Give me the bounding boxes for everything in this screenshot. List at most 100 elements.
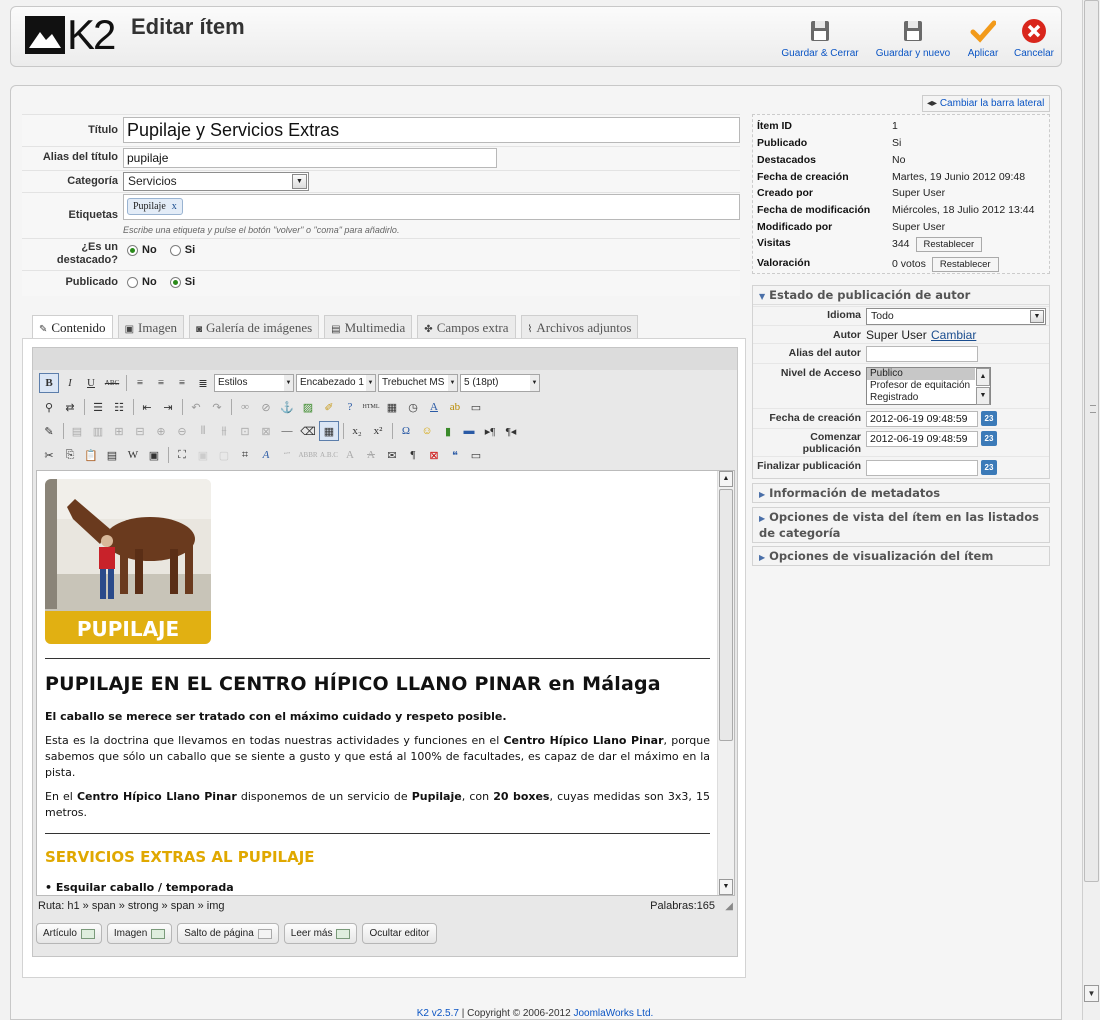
- k2-version-link[interactable]: K2 v2.5.7: [417, 1008, 459, 1019]
- editor-scrollbar-thumb[interactable]: [719, 489, 733, 741]
- calendar-icon[interactable]: 23: [981, 431, 997, 446]
- replace-icon[interactable]: ⇄: [60, 397, 80, 417]
- save-close-button[interactable]: Guardar & Cerrar: [780, 18, 860, 59]
- category-view-panel[interactable]: ▶ Opciones de vista del ítem en las lista…: [752, 507, 1050, 543]
- cite-icon[interactable]: “”: [277, 445, 297, 465]
- indent-icon[interactable]: ⇥: [158, 397, 178, 417]
- paste-word-icon[interactable]: W: [123, 445, 143, 465]
- readmore-button[interactable]: Leer más: [283, 923, 358, 944]
- strikethrough-icon[interactable]: ABC: [102, 373, 122, 393]
- move-layer-icon[interactable]: ▥: [88, 421, 108, 441]
- underline-icon[interactable]: U: [81, 373, 101, 393]
- select-all-icon[interactable]: ▣: [144, 445, 164, 465]
- chevron-down-icon[interactable]: ▼: [292, 174, 307, 189]
- tab-galeria[interactable]: ◙ Galería de imágenes: [189, 315, 320, 338]
- scroll-down-arrow-icon[interactable]: ▼: [976, 387, 990, 405]
- subscript-icon[interactable]: x₂: [347, 421, 367, 441]
- fullscreen-icon[interactable]: ⛶: [172, 445, 192, 465]
- access-option[interactable]: Registrado: [867, 392, 990, 404]
- insert-date-icon[interactable]: ▦: [382, 397, 402, 417]
- publish-up-input[interactable]: [866, 431, 978, 447]
- apply-button[interactable]: Aplicar: [964, 18, 1002, 59]
- reset-rating-button[interactable]: Restablecer: [931, 257, 999, 272]
- align-left-icon[interactable]: ≡: [130, 373, 150, 393]
- redo-icon[interactable]: ↷: [207, 397, 227, 417]
- format-select[interactable]: Encabezado 1 ▼: [296, 374, 376, 392]
- access-option[interactable]: Publico: [867, 368, 975, 380]
- title-input[interactable]: [123, 117, 740, 143]
- unlink-icon[interactable]: ⊘: [256, 397, 276, 417]
- delete-row-icon[interactable]: ⊖: [172, 421, 192, 441]
- language-select[interactable]: Todo ▼: [866, 308, 1046, 325]
- ins-icon[interactable]: A: [361, 445, 381, 465]
- calendar-icon[interactable]: 23: [981, 411, 997, 426]
- align-center-icon[interactable]: ≡: [151, 373, 171, 393]
- published-yes-radio[interactable]: [169, 276, 181, 288]
- joomlaworks-link[interactable]: JoomlaWorks Ltd.: [573, 1008, 653, 1019]
- category-view-header[interactable]: ▶ Opciones de vista del ítem en las lista…: [753, 508, 1049, 543]
- bullet-list-icon[interactable]: ☰: [88, 397, 108, 417]
- pagebreak-button[interactable]: Salto de página: [177, 923, 279, 944]
- toggle-editor-button[interactable]: Ocultar editor: [362, 923, 437, 944]
- emoticon-icon[interactable]: ☺: [417, 421, 437, 441]
- access-list[interactable]: Publico Profesor de equitación Registrad…: [866, 367, 991, 405]
- nonbreaking-icon[interactable]: ⊠: [424, 445, 444, 465]
- window-scrollbar-thumb[interactable]: [1084, 0, 1099, 882]
- tag-remove-icon[interactable]: x: [172, 201, 177, 212]
- cleanup-icon[interactable]: ✐: [319, 397, 339, 417]
- del-icon[interactable]: A: [340, 445, 360, 465]
- bold-icon[interactable]: B: [39, 373, 59, 393]
- publishing-header[interactable]: ▼ Estado de publicación de autor: [753, 286, 1049, 305]
- category-select[interactable]: Servicios ▼: [123, 172, 309, 191]
- cell-props-icon[interactable]: ⊟: [130, 421, 150, 441]
- change-author-link[interactable]: Cambiar: [931, 328, 976, 342]
- preview-icon[interactable]: ▭: [466, 397, 486, 417]
- publish-down-input[interactable]: [866, 460, 978, 476]
- insert-row-icon[interactable]: ⊕: [151, 421, 171, 441]
- font-color-icon[interactable]: A: [424, 397, 444, 417]
- row-props-icon[interactable]: ⊞: [109, 421, 129, 441]
- find-icon[interactable]: ⚲: [39, 397, 59, 417]
- cancel-button[interactable]: Cancelar: [1012, 18, 1056, 59]
- abbr-icon[interactable]: ABBR: [298, 445, 318, 465]
- merge-cells-icon[interactable]: ⊡: [235, 421, 255, 441]
- created-date-input[interactable]: [866, 411, 978, 427]
- scroll-down-arrow-icon[interactable]: ▼: [719, 879, 733, 895]
- author-alias-input[interactable]: [866, 346, 978, 362]
- attribs-icon[interactable]: ✉: [382, 445, 402, 465]
- delete-col-icon[interactable]: ⫵: [214, 421, 234, 441]
- outdent-icon[interactable]: ⇤: [137, 397, 157, 417]
- save-new-button[interactable]: Guardar y nuevo: [873, 18, 953, 59]
- insert-image-icon[interactable]: ▨: [298, 397, 318, 417]
- align-justify-icon[interactable]: ≣: [193, 373, 213, 393]
- visual-chars-icon[interactable]: ¶: [403, 445, 423, 465]
- highlight-icon[interactable]: ab: [445, 397, 465, 417]
- superscript-icon[interactable]: x²: [368, 421, 388, 441]
- resize-handle-icon[interactable]: ◢: [725, 901, 733, 912]
- tab-imagen[interactable]: ▣ Imagen: [117, 315, 184, 338]
- toggle-sidebar-button[interactable]: ◂▸ Cambiar la barra lateral: [922, 95, 1050, 112]
- size-select[interactable]: 5 (18pt) ▼: [460, 374, 540, 392]
- crop-icon[interactable]: ⌗: [235, 445, 255, 465]
- acronym-icon[interactable]: A.B.C: [319, 445, 339, 465]
- table-icon[interactable]: ▦: [319, 421, 339, 441]
- published-no-radio[interactable]: [127, 276, 138, 288]
- image-button[interactable]: Imagen: [106, 923, 173, 944]
- styles-select[interactable]: Estilos ▼: [214, 374, 294, 392]
- editor-scrollbar[interactable]: ▲ ▼: [717, 471, 734, 895]
- pagebreak-icon[interactable]: ▬: [459, 421, 479, 441]
- align-right-icon[interactable]: ≡: [172, 373, 192, 393]
- window-scrollbar[interactable]: ▼: [1082, 0, 1100, 1020]
- reset-hits-button[interactable]: Restablecer: [915, 237, 983, 252]
- link-icon[interactable]: ∞: [235, 397, 255, 417]
- html-icon[interactable]: HTML: [361, 397, 381, 417]
- paste-icon[interactable]: 📋: [81, 445, 101, 465]
- rtl-icon[interactable]: ¶◂: [501, 421, 521, 441]
- ltr-icon[interactable]: ▸¶: [480, 421, 500, 441]
- featured-no-radio[interactable]: [127, 244, 138, 256]
- scroll-up-arrow-icon[interactable]: ▲: [719, 471, 733, 487]
- media-icon[interactable]: ▮: [438, 421, 458, 441]
- insert-time-icon[interactable]: ◷: [403, 397, 423, 417]
- paste-text-icon[interactable]: ▤: [102, 445, 122, 465]
- numbered-list-icon[interactable]: ☷: [109, 397, 129, 417]
